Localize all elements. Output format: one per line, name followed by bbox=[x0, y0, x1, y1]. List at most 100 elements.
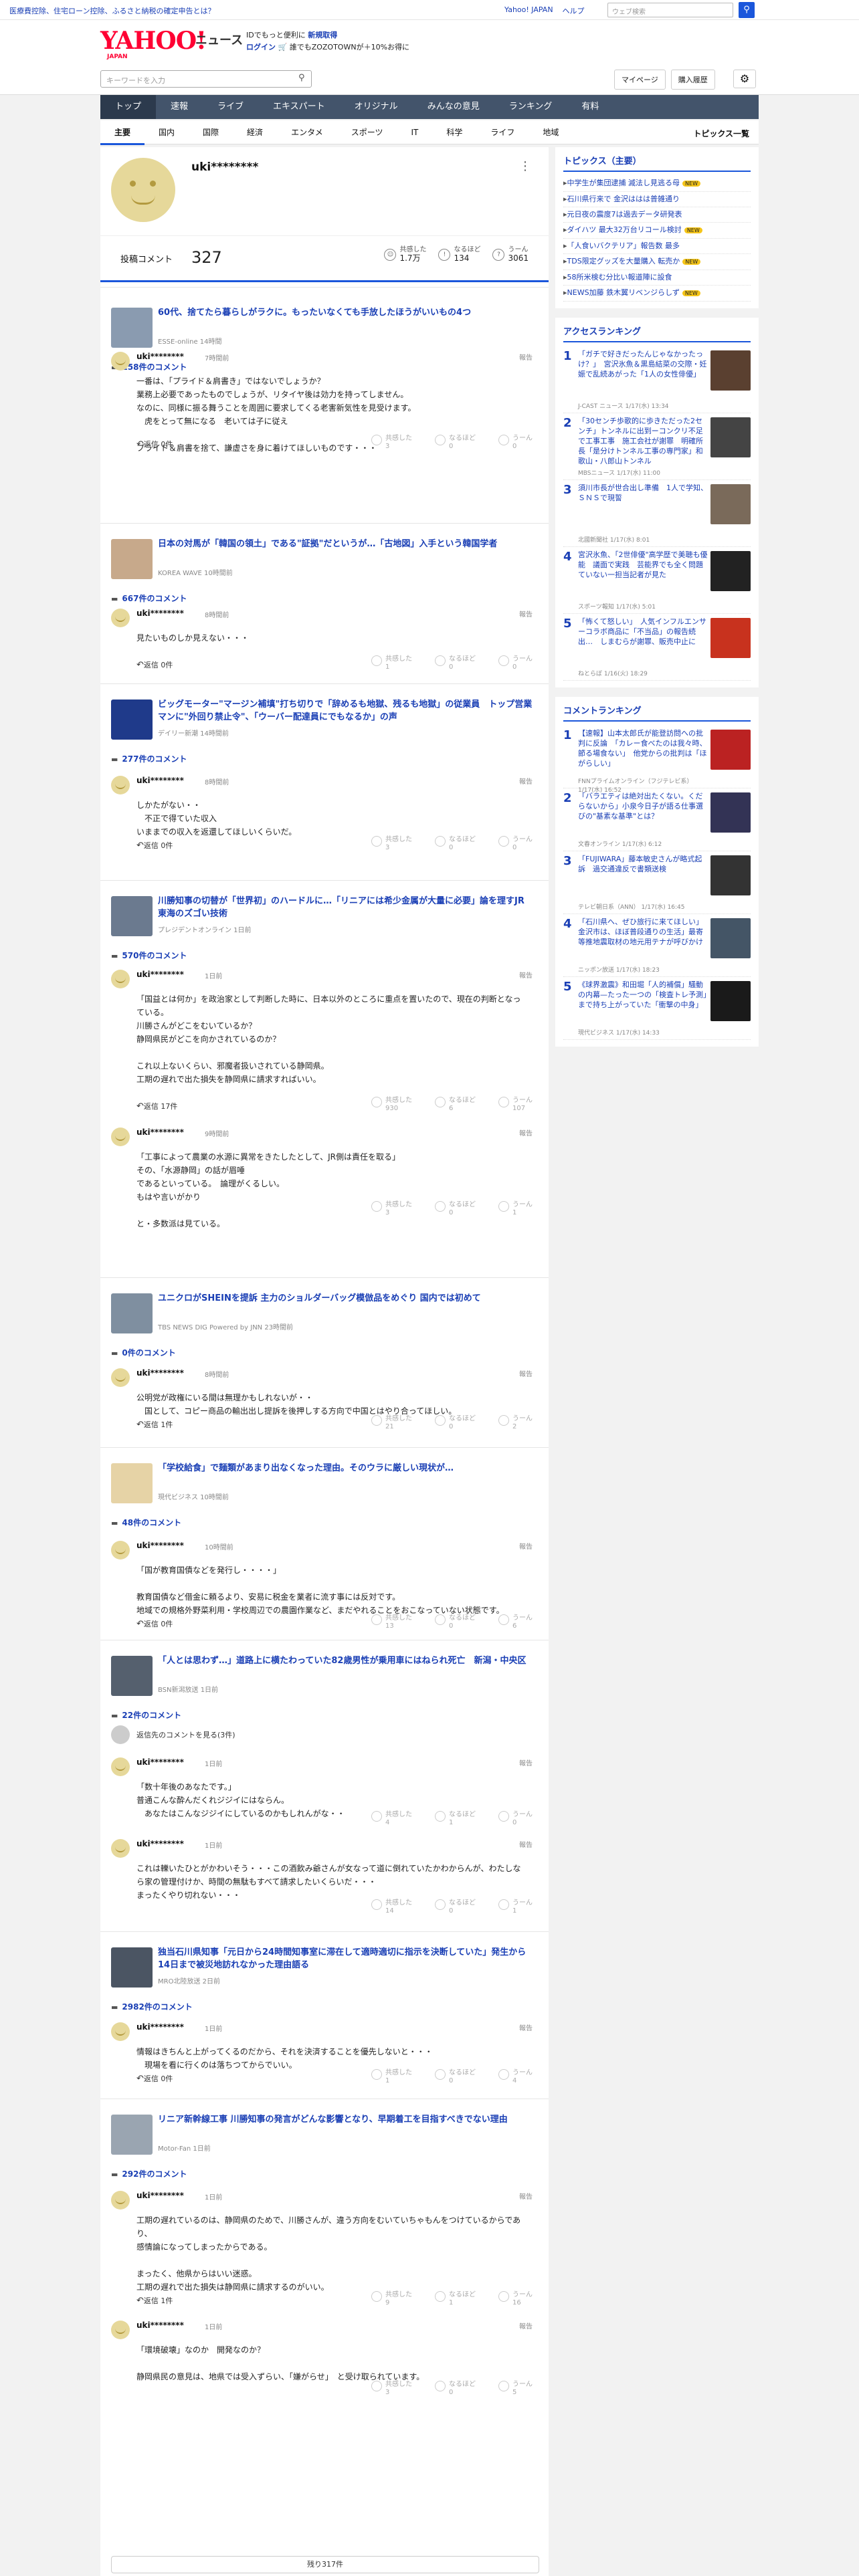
article-thumbnail[interactable] bbox=[111, 700, 153, 740]
nav-live[interactable]: ライブ bbox=[203, 95, 258, 119]
report-link[interactable]: 報告 bbox=[519, 776, 533, 786]
commenter-name[interactable]: uki******** bbox=[136, 2321, 184, 2330]
naruhodo-button[interactable]: なるほど 0 bbox=[435, 1899, 476, 1915]
rank-thumbnail[interactable] bbox=[710, 618, 751, 658]
cat-science[interactable]: 科学 bbox=[432, 126, 476, 138]
comment-count-link[interactable]: 570件のコメント bbox=[111, 950, 187, 961]
naruhodo-button[interactable]: なるほど 1 bbox=[435, 1811, 476, 1827]
article-thumbnail[interactable] bbox=[111, 1656, 153, 1696]
rank-thumbnail[interactable] bbox=[710, 551, 751, 591]
article-thumbnail[interactable] bbox=[111, 308, 153, 348]
hmm-button[interactable]: うーん 0 bbox=[498, 655, 533, 671]
hmm-button[interactable]: うーん 2 bbox=[498, 1415, 533, 1431]
report-link[interactable]: 報告 bbox=[519, 970, 533, 980]
keyword-search-icon[interactable]: ⚲ bbox=[298, 73, 305, 83]
cat-local[interactable]: 地域 bbox=[529, 126, 573, 138]
empathy-button[interactable]: 共感した 3 bbox=[371, 435, 412, 451]
article-title[interactable]: 川勝知事の切替が「世界初」のハードルに…「リニアには希少金属が大量に必要」論を理… bbox=[158, 895, 533, 920]
hmm-button[interactable]: うーん 0 bbox=[498, 836, 533, 852]
empathy-button[interactable]: 共感した 1 bbox=[371, 655, 412, 671]
cat-domestic[interactable]: 国内 bbox=[145, 126, 189, 138]
reply-button[interactable]: 返信 0件 bbox=[136, 439, 173, 449]
rank-thumbnail[interactable] bbox=[710, 792, 751, 833]
reply-button[interactable]: 返信 0件 bbox=[136, 2073, 173, 2084]
cat-world[interactable]: 国際 bbox=[189, 126, 233, 138]
nav-breaking[interactable]: 速報 bbox=[156, 95, 203, 119]
article-thumbnail[interactable] bbox=[111, 1947, 153, 1988]
topics-list-link[interactable]: トピックス一覧 bbox=[693, 128, 749, 139]
empathy-button[interactable]: 共感した 13 bbox=[371, 1614, 412, 1630]
comment-count-link[interactable]: 0件のコメント bbox=[111, 1347, 175, 1358]
empathy-button[interactable]: 共感した 4 bbox=[371, 1811, 412, 1827]
report-link[interactable]: 報告 bbox=[519, 2321, 533, 2331]
commenter-name[interactable]: uki******** bbox=[136, 352, 184, 361]
commenter-avatar[interactable] bbox=[111, 1368, 130, 1387]
commenter-avatar[interactable] bbox=[111, 776, 130, 794]
access-rank-item[interactable]: 1 「ガチで好きだったんじゃなかったっけ？」 宮沢氷魚＆黒島結菜の交際・妊娠で乱続… bbox=[563, 346, 751, 413]
commenter-avatar[interactable] bbox=[111, 1757, 130, 1776]
rank-thumbnail[interactable] bbox=[710, 855, 751, 895]
register-link[interactable]: 新規取得 bbox=[308, 31, 337, 39]
nav-opinion[interactable]: みんなの意見 bbox=[413, 95, 494, 119]
hidden-parent-comments[interactable]: 返信先のコメントを見る(3件) bbox=[136, 1729, 235, 1740]
access-rank-item[interactable]: 4 宮沢氷魚、「2世俳優"高学歴で美聴も優能 議面で実践 芸能界でも全く問題ていな… bbox=[563, 547, 751, 614]
commenter-avatar[interactable] bbox=[111, 609, 130, 627]
web-search-input[interactable]: ウェブ検索 bbox=[607, 3, 733, 17]
load-more-button[interactable]: 残り317件 bbox=[111, 2556, 539, 2573]
naruhodo-button[interactable]: なるほど 0 bbox=[435, 1415, 476, 1431]
nav-expert[interactable]: エキスパート bbox=[258, 95, 340, 119]
reply-button[interactable]: 返信 0件 bbox=[136, 1618, 173, 1629]
rank-thumbnail[interactable] bbox=[710, 981, 751, 1021]
article-thumbnail[interactable] bbox=[111, 539, 153, 579]
commenter-avatar[interactable] bbox=[111, 970, 130, 988]
naruhodo-button[interactable]: なるほど 6 bbox=[435, 1097, 476, 1113]
naruhodo-button[interactable]: なるほど 0 bbox=[435, 836, 476, 852]
naruhodo-button[interactable]: なるほど 0 bbox=[435, 655, 476, 671]
nav-paid[interactable]: 有料 bbox=[567, 95, 613, 119]
commenter-avatar[interactable] bbox=[111, 2191, 130, 2210]
article-title[interactable]: 60代、捨てたら暮らしがラクに。もったいなくても手放したほうがいいもの4つ bbox=[158, 306, 533, 319]
naruhodo-button[interactable]: なるほど 0 bbox=[435, 1201, 476, 1217]
commenter-name[interactable]: uki******** bbox=[136, 776, 184, 785]
news-logo[interactable]: ニュース bbox=[195, 31, 243, 48]
hmm-button[interactable]: うーん 5 bbox=[498, 2381, 533, 2397]
cat-main[interactable]: 主要 bbox=[100, 126, 145, 145]
commenter-avatar[interactable] bbox=[111, 2321, 130, 2339]
cat-life[interactable]: ライフ bbox=[476, 126, 529, 138]
hmm-button[interactable]: うーん 6 bbox=[498, 1614, 533, 1630]
hmm-button[interactable]: うーん 107 bbox=[498, 1097, 533, 1113]
commenter-name[interactable]: uki******** bbox=[136, 1368, 184, 1378]
article-title[interactable]: 日本の対馬が「韓国の領土」である"証拠"だというが…「古地図」入手という韓国学者 bbox=[158, 538, 533, 550]
topic-item[interactable]: 58所米検む分比い報道陣に設食 bbox=[563, 270, 751, 286]
naruhodo-button[interactable]: なるほど 0 bbox=[435, 435, 476, 451]
comment-count-link[interactable]: 277件のコメント bbox=[111, 753, 187, 764]
comment-count-link[interactable]: 292件のコメント bbox=[111, 2168, 187, 2179]
purchase-history-button[interactable]: 購入履歴 bbox=[670, 70, 715, 90]
article-thumbnail[interactable] bbox=[111, 2115, 153, 2155]
yahoo-logo[interactable]: YAHOO! bbox=[100, 27, 207, 55]
comment-count-link[interactable]: 667件のコメント bbox=[111, 593, 187, 604]
naruhodo-button[interactable]: なるほど 0 bbox=[435, 1614, 476, 1630]
hmm-button[interactable]: うーん 0 bbox=[498, 435, 533, 451]
report-link[interactable]: 報告 bbox=[519, 2191, 533, 2201]
empathy-button[interactable]: 共感した 930 bbox=[371, 1097, 412, 1113]
report-link[interactable]: 報告 bbox=[519, 1128, 533, 1138]
access-rank-item[interactable]: 5 「怖くて怒しい」 人気インフルエンサーコラボ商品に「不当品」の報告続出… しま… bbox=[563, 614, 751, 681]
rank-thumbnail[interactable] bbox=[710, 484, 751, 524]
hmm-button[interactable]: うーん 1 bbox=[498, 1201, 533, 1217]
comment-count-link[interactable]: 2982件のコメント bbox=[111, 2001, 192, 2012]
report-link[interactable]: 報告 bbox=[519, 2022, 533, 2032]
nav-top[interactable]: トップ bbox=[100, 95, 157, 119]
rank-thumbnail[interactable] bbox=[710, 350, 751, 391]
empathy-button[interactable]: 共感した 21 bbox=[371, 1415, 412, 1431]
cat-economy[interactable]: 経済 bbox=[233, 126, 277, 138]
topic-item[interactable]: NEWS加藤 鉄木翼リベンジらしずNEW bbox=[563, 286, 751, 302]
empathy-button[interactable]: 共感した 3 bbox=[371, 2381, 412, 2397]
topic-item[interactable]: TDS限定グッズを大量購入 転売かNEW bbox=[563, 254, 751, 270]
naruhodo-button[interactable]: なるほど 0 bbox=[435, 2381, 476, 2397]
article-title[interactable]: リニア新幹線工事 川勝知事の発言がどんな影響となり、早期着工を目指すべきでない理… bbox=[158, 2113, 533, 2126]
rank-thumbnail[interactable] bbox=[710, 417, 751, 457]
hmm-button[interactable]: うーん 16 bbox=[498, 2291, 533, 2307]
report-link[interactable]: 報告 bbox=[519, 1368, 533, 1378]
cat-it[interactable]: IT bbox=[397, 128, 432, 137]
